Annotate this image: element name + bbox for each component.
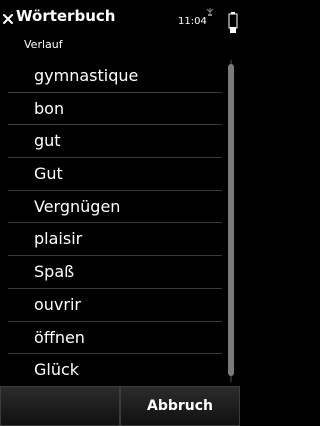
list-item-label: öffnen xyxy=(34,327,85,347)
softkey-bar: Abbruch xyxy=(0,386,240,426)
list-item-label: ouvrir xyxy=(34,294,81,314)
list-item-label: plaisir xyxy=(34,229,83,249)
list-item[interactable]: gymnastique xyxy=(8,60,222,93)
list-item[interactable]: gut xyxy=(8,125,222,159)
signal-icon xyxy=(204,1,216,16)
scrollbar[interactable] xyxy=(228,60,234,382)
list-item-label: gymnastique xyxy=(34,66,139,85)
list-item[interactable]: plaisir xyxy=(8,223,222,257)
list-item[interactable]: Vergnügen xyxy=(8,191,222,224)
list-item[interactable]: Gut xyxy=(8,158,222,191)
clock: 11:04 xyxy=(178,16,207,27)
battery-icon xyxy=(228,12,238,34)
list-item[interactable]: Spaß xyxy=(8,256,222,289)
list-item[interactable]: Glück xyxy=(8,354,222,387)
list-item[interactable]: bon xyxy=(8,93,222,126)
list-item[interactable]: ouvrir xyxy=(8,289,222,322)
cancel-button[interactable]: Abbruch xyxy=(120,386,240,426)
scroll-thumb[interactable] xyxy=(228,64,234,376)
status-bar: Wörterbuch 11:04 xyxy=(0,0,240,34)
list-item-label: Vergnügen xyxy=(34,196,121,216)
close-icon[interactable] xyxy=(2,10,14,24)
app-title: Wörterbuch xyxy=(16,7,116,25)
list-item-label: Gut xyxy=(34,164,63,184)
list-item-label: gut xyxy=(34,131,61,151)
list-item[interactable]: öffnen xyxy=(8,322,222,355)
list-item-label: Spaß xyxy=(34,262,75,282)
list-item-label: Glück xyxy=(34,360,80,380)
list-item-label: bon xyxy=(34,98,65,118)
history-heading: Verlauf xyxy=(24,38,63,51)
history-list: gymnastique bon gut Gut Vergnügen plaisi… xyxy=(0,60,226,387)
left-softkey[interactable] xyxy=(0,386,120,426)
